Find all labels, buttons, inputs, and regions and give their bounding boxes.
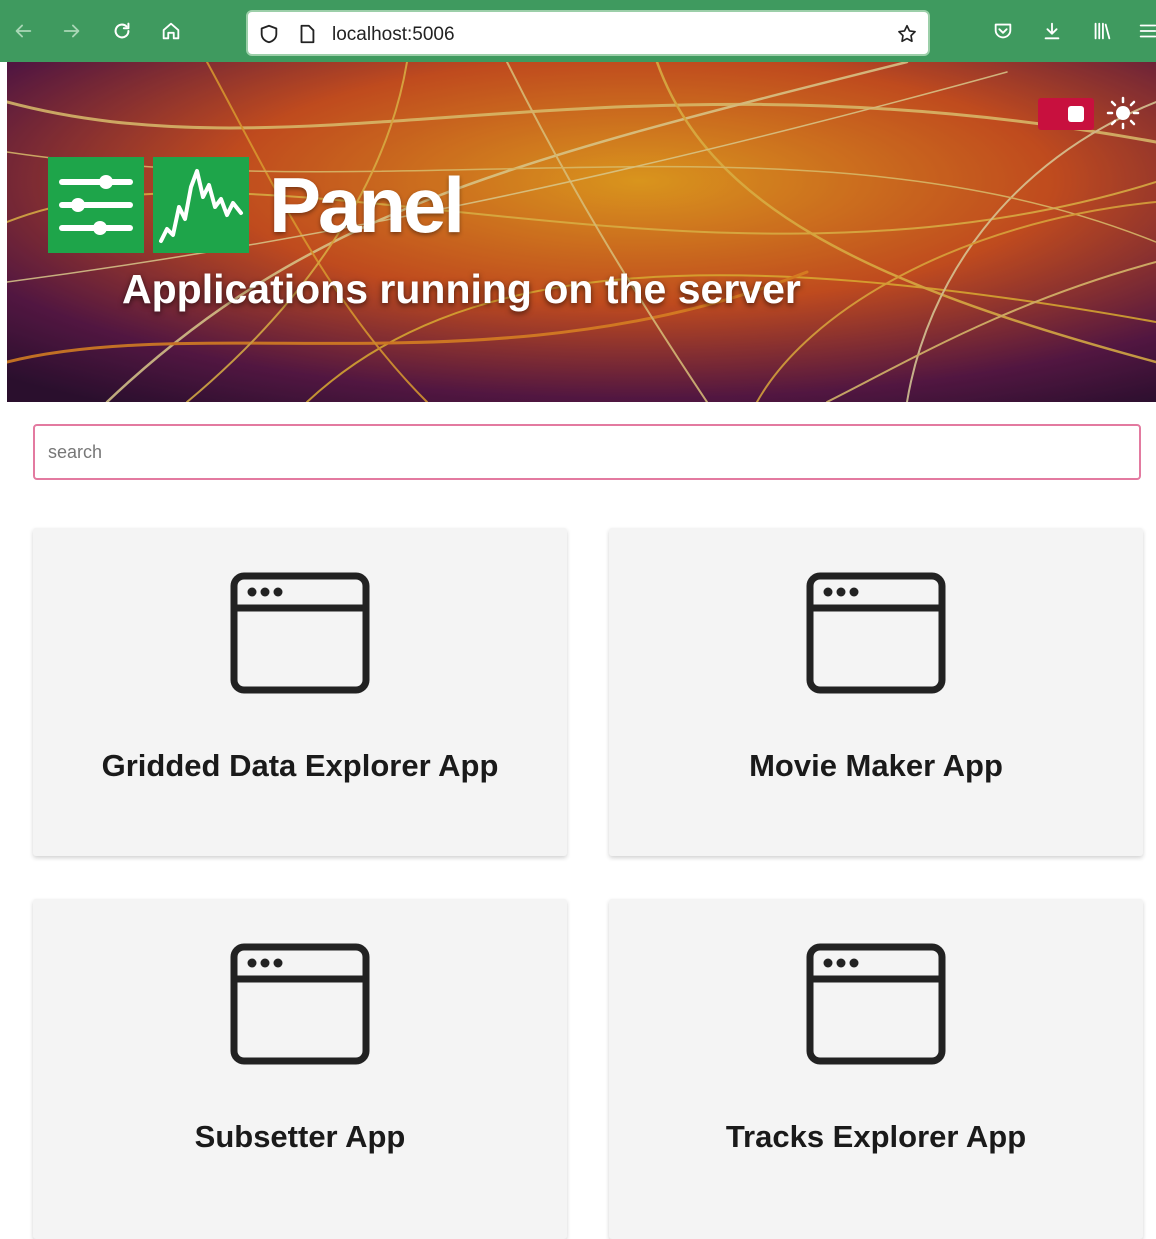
arrow-left-icon bbox=[15, 24, 32, 38]
browser-window-icon bbox=[806, 943, 946, 1065]
theme-toggle[interactable] bbox=[1038, 98, 1094, 130]
app-card-gridded-data-explorer[interactable]: Gridded Data Explorer App bbox=[33, 528, 567, 856]
browser-window-icon bbox=[806, 572, 946, 694]
back-button[interactable] bbox=[6, 14, 40, 48]
library-icon bbox=[1094, 22, 1111, 40]
page-icon[interactable] bbox=[296, 23, 318, 45]
library-button[interactable] bbox=[1085, 14, 1119, 48]
menu-button[interactable] bbox=[1131, 14, 1156, 48]
home-button[interactable] bbox=[154, 14, 188, 48]
downloads-button[interactable] bbox=[1035, 14, 1069, 48]
app-card-title[interactable]: Tracks Explorer App bbox=[609, 1119, 1143, 1155]
search-input[interactable] bbox=[33, 424, 1141, 480]
pocket-button[interactable] bbox=[986, 14, 1020, 48]
chart-logo-icon bbox=[153, 157, 249, 253]
pocket-icon bbox=[994, 23, 1012, 39]
toggle-knob bbox=[1068, 106, 1084, 122]
reload-button[interactable] bbox=[105, 14, 139, 48]
app-card-tracks-explorer[interactable]: Tracks Explorer App bbox=[609, 899, 1143, 1239]
download-icon bbox=[1044, 22, 1060, 40]
browser-window-icon bbox=[230, 943, 370, 1065]
app-card-subsetter[interactable]: Subsetter App bbox=[33, 899, 567, 1239]
home-icon bbox=[162, 22, 180, 40]
hero-banner: Panel Applications running on the server bbox=[7, 62, 1156, 402]
hamburger-menu-icon bbox=[1139, 24, 1156, 38]
app-card-title[interactable]: Subsetter App bbox=[33, 1119, 567, 1155]
url-text[interactable]: localhost:5006 bbox=[332, 24, 455, 46]
browser-window-icon bbox=[230, 572, 370, 694]
arrow-right-icon bbox=[63, 24, 80, 38]
address-bar[interactable]: localhost:5006 bbox=[246, 10, 930, 56]
sliders-logo-icon bbox=[48, 157, 144, 253]
app-card-title[interactable]: Movie Maker App bbox=[609, 748, 1143, 784]
reload-icon bbox=[114, 22, 130, 39]
app-card-movie-maker[interactable]: Movie Maker App bbox=[609, 528, 1143, 856]
forward-button[interactable] bbox=[55, 14, 89, 48]
app-card-title[interactable]: Gridded Data Explorer App bbox=[33, 748, 567, 784]
panel-logo-text: Panel bbox=[269, 161, 465, 249]
sun-icon[interactable] bbox=[1106, 96, 1140, 130]
page-title: Applications running on the server bbox=[122, 266, 801, 312]
browser-toolbar: localhost:5006 bbox=[0, 0, 1156, 62]
star-icon[interactable] bbox=[896, 23, 918, 45]
shield-icon[interactable] bbox=[258, 23, 280, 45]
